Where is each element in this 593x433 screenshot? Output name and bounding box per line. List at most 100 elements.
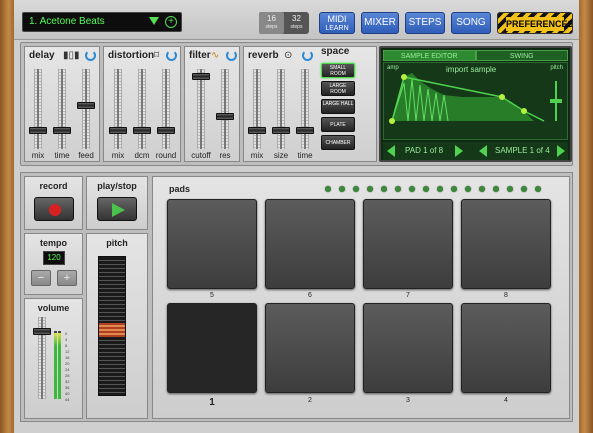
step-led [493,186,499,192]
pad-indicator: PAD 1 of 8 [405,146,444,155]
distortion-mix-slider[interactable] [109,69,127,149]
step-led [521,186,527,192]
filter-res-slider[interactable] [216,69,234,149]
pitch-wheel[interactable] [98,256,126,396]
slider-knob[interactable] [216,113,234,120]
app-frame: 1. Acetone Beats + 16 steps 32 steps MIDI … [14,0,579,433]
pitch-wheel-handle[interactable] [99,323,125,337]
waveform-display[interactable]: amp import sample pitch [383,62,568,140]
add-song-icon[interactable]: + [165,16,177,28]
song-selector[interactable]: 1. Acetone Beats + [22,12,182,32]
pad-6-label: 6 [308,292,312,299]
step-led [325,186,331,192]
slider-knob[interactable] [192,73,210,80]
pitch-handle[interactable] [550,99,562,103]
steps-16-option[interactable]: 16 steps [259,12,284,34]
delay-mix-slider[interactable] [29,69,47,149]
waveform-graph [389,73,562,124]
slider-knob[interactable] [296,127,314,134]
pad-prev-icon[interactable] [387,145,395,157]
pad-1[interactable] [167,303,257,393]
delay-feed-label: feed [78,151,94,160]
delay-bars-icon: ▮▯▮ [63,50,80,61]
volume-fader[interactable] [33,317,51,399]
steps-button[interactable]: STEPS [405,12,445,34]
song-button[interactable]: SONG [451,12,491,34]
preferences-button[interactable]: PREFERENCES [497,12,573,34]
dropdown-arrow-icon[interactable] [149,17,159,25]
effects-panel: delay ▮▯▮ mix time feed distortion ⌑ mix… [20,42,573,166]
reverb-time-slider[interactable] [296,69,314,149]
reverb-size-slider[interactable] [272,69,290,149]
delay-power-icon[interactable] [85,50,96,61]
pad-8[interactable] [461,199,551,289]
space-large-room-button[interactable]: LARGE ROOM [321,81,355,96]
envelope-node[interactable] [521,108,527,114]
record-icon [49,204,61,216]
slider-knob[interactable] [53,127,71,134]
delay-feed-slider[interactable] [77,69,95,149]
envelope-node[interactable] [401,74,407,80]
tab-swing[interactable]: SWING [475,50,568,61]
distortion-dcm-slider[interactable] [133,69,151,149]
record-button[interactable] [34,197,74,221]
distortion-power-icon[interactable] [166,50,177,61]
mixer-button[interactable]: MIXER [361,12,399,34]
tempo-display[interactable]: 120 [43,251,65,265]
pad-next-icon[interactable] [455,145,463,157]
pad-4[interactable] [461,303,551,393]
tab-sample-editor[interactable]: SAMPLE EDITOR [383,50,476,61]
pad-1-label: 1 [209,397,215,408]
steps-32-option[interactable]: 32 steps [284,12,309,34]
pad-3[interactable] [363,303,453,393]
slider-knob[interactable] [157,127,175,134]
slider-knob[interactable] [133,127,151,134]
step-led [451,186,457,192]
envelope-node[interactable] [389,118,395,124]
distortion-title: distortion [108,50,155,61]
space-plate-button[interactable]: PLATE [321,117,355,132]
reverb-mix-slider[interactable] [248,69,266,149]
step-led [437,186,443,192]
reverb-power-icon[interactable] [302,50,313,61]
distortion-section: distortion ⌑ mix dcm round [103,46,181,162]
delay-title: delay [29,50,55,61]
filter-power-icon[interactable] [226,50,237,61]
distortion-icon: ⌑ [154,50,160,61]
delay-time-slider[interactable] [53,69,71,149]
sample-next-icon[interactable] [557,145,565,157]
step-led [353,186,359,192]
space-small-room-button[interactable]: SMALL ROOM [321,63,355,78]
space-chamber-button[interactable]: CHAMBER [321,135,355,150]
sample-editor: SAMPLE EDITOR SWING amp import sample pi… [379,46,572,162]
filter-cutoff-slider[interactable] [192,69,210,149]
slider-knob[interactable] [272,127,290,134]
midi-learn-button[interactable]: MIDI LEARN [319,12,355,34]
slider-knob[interactable] [77,102,95,109]
vu-meter-right [58,331,61,399]
tempo-increase-button[interactable]: + [57,270,77,286]
sample-indicator: SAMPLE 1 of 4 [495,146,550,155]
midi-label: MIDI [327,14,347,24]
pad-2[interactable] [265,303,355,393]
pad-3-label: 3 [406,397,410,404]
waveform-shape [391,73,534,122]
slider-knob[interactable] [29,127,47,134]
play-stop-section: play/stop [86,176,148,230]
pad-5[interactable] [167,199,257,289]
pad-6[interactable] [265,199,355,289]
pad-7-label: 7 [406,292,410,299]
play-stop-button[interactable] [97,197,137,221]
envelope-node[interactable] [499,94,505,100]
pad-7[interactable] [363,199,453,289]
delay-section: delay ▮▯▮ mix time feed [24,46,100,162]
step-led [339,186,345,192]
slider-knob[interactable] [109,127,127,134]
distortion-round-slider[interactable] [157,69,175,149]
slider-knob[interactable] [248,127,266,134]
sample-prev-icon[interactable] [479,145,487,157]
space-large-hall-button[interactable]: LARGE HALL [321,99,355,114]
slider-knob[interactable] [33,328,51,335]
steps-toggle[interactable]: 16 steps 32 steps [259,12,309,34]
tempo-decrease-button[interactable]: − [31,270,51,286]
